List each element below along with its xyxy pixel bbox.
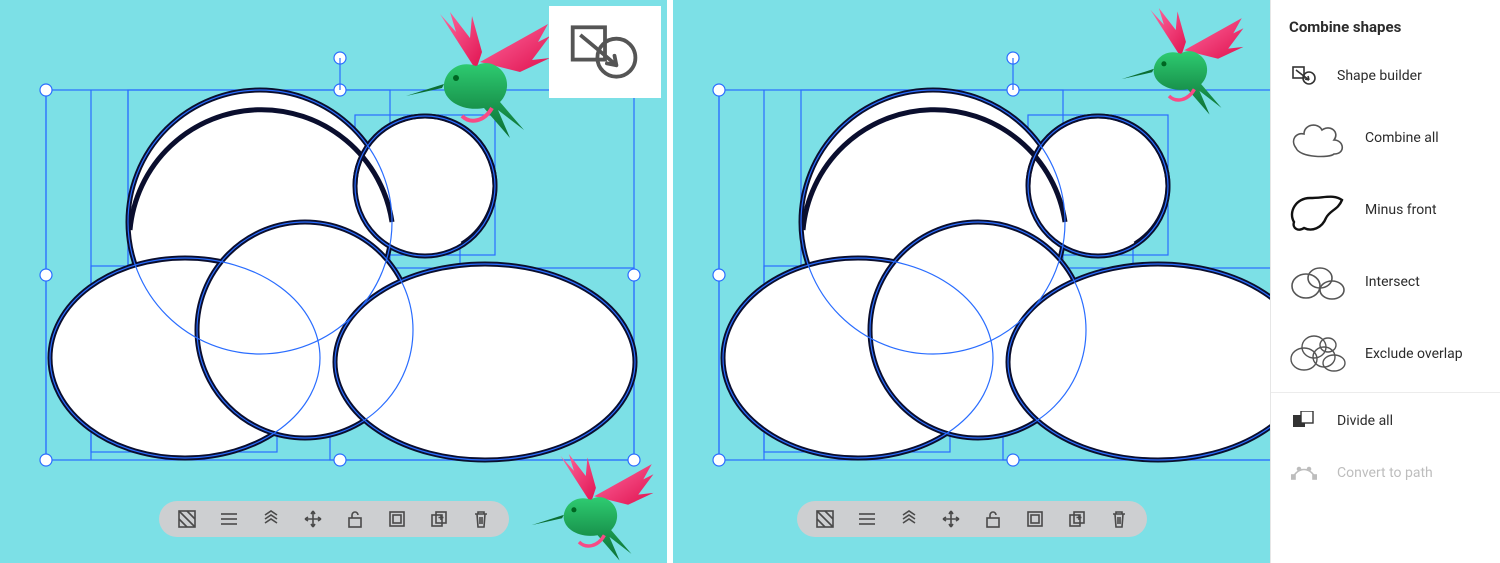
panel-item-label: Intersect [1365,274,1482,290]
panel-separator [1271,392,1500,393]
context-toolbar [159,501,509,537]
right-canvas[interactable] [673,0,1270,563]
left-canvas[interactable] [0,0,667,563]
panel-item-label: Divide all [1337,413,1482,429]
arrange-button[interactable] [899,509,919,529]
hummingbird-icon [1105,8,1255,118]
align-button[interactable] [387,509,407,529]
move-button[interactable] [941,509,961,529]
panel-item-minus-front[interactable]: Minus front [1271,174,1500,246]
hummingbird-icon [520,454,660,563]
panel-item-convert-to-path: Convert to path [1271,447,1500,499]
convert-to-path-icon [1289,465,1319,481]
intersect-icon [1289,262,1347,302]
panel-item-label: Shape builder [1337,68,1482,84]
stroke-button[interactable] [857,509,877,529]
unlock-button[interactable] [345,509,365,529]
panel-item-intersect[interactable]: Intersect [1271,246,1500,318]
panel-item-exclude-overlap[interactable]: Exclude overlap [1271,318,1500,390]
divide-all-icon [1289,411,1319,431]
arrange-button[interactable] [261,509,281,529]
stroke-button[interactable] [219,509,239,529]
minus-front-icon [1289,188,1347,232]
panel-item-divide-all[interactable]: Divide all [1271,395,1500,447]
combine-shapes-panel: Combine shapes Shape builder Combine all… [1270,0,1500,563]
exclude-overlap-icon [1289,333,1347,375]
panel-item-label: Convert to path [1337,465,1482,481]
panel-item-label: Minus front [1365,202,1482,218]
duplicate-button[interactable] [1067,509,1087,529]
panel-item-label: Exclude overlap [1365,346,1482,362]
hummingbird-icon [400,12,550,142]
opacity-button[interactable] [815,509,835,529]
shape-builder-icon [567,22,643,82]
move-button[interactable] [303,509,323,529]
panel-item-shape-builder[interactable]: Shape builder [1271,50,1500,102]
shape-builder-hint [549,6,661,98]
delete-button[interactable] [471,509,491,529]
panel-item-combine-all[interactable]: Combine all [1271,102,1500,174]
align-button[interactable] [1025,509,1045,529]
shape-builder-icon [1289,66,1319,86]
duplicate-button[interactable] [429,509,449,529]
context-toolbar [797,501,1147,537]
panel-title: Combine shapes [1271,18,1500,50]
delete-button[interactable] [1109,509,1129,529]
panel-item-label: Combine all [1365,130,1482,146]
combine-all-icon [1289,118,1347,158]
unlock-button[interactable] [983,509,1003,529]
opacity-button[interactable] [177,509,197,529]
